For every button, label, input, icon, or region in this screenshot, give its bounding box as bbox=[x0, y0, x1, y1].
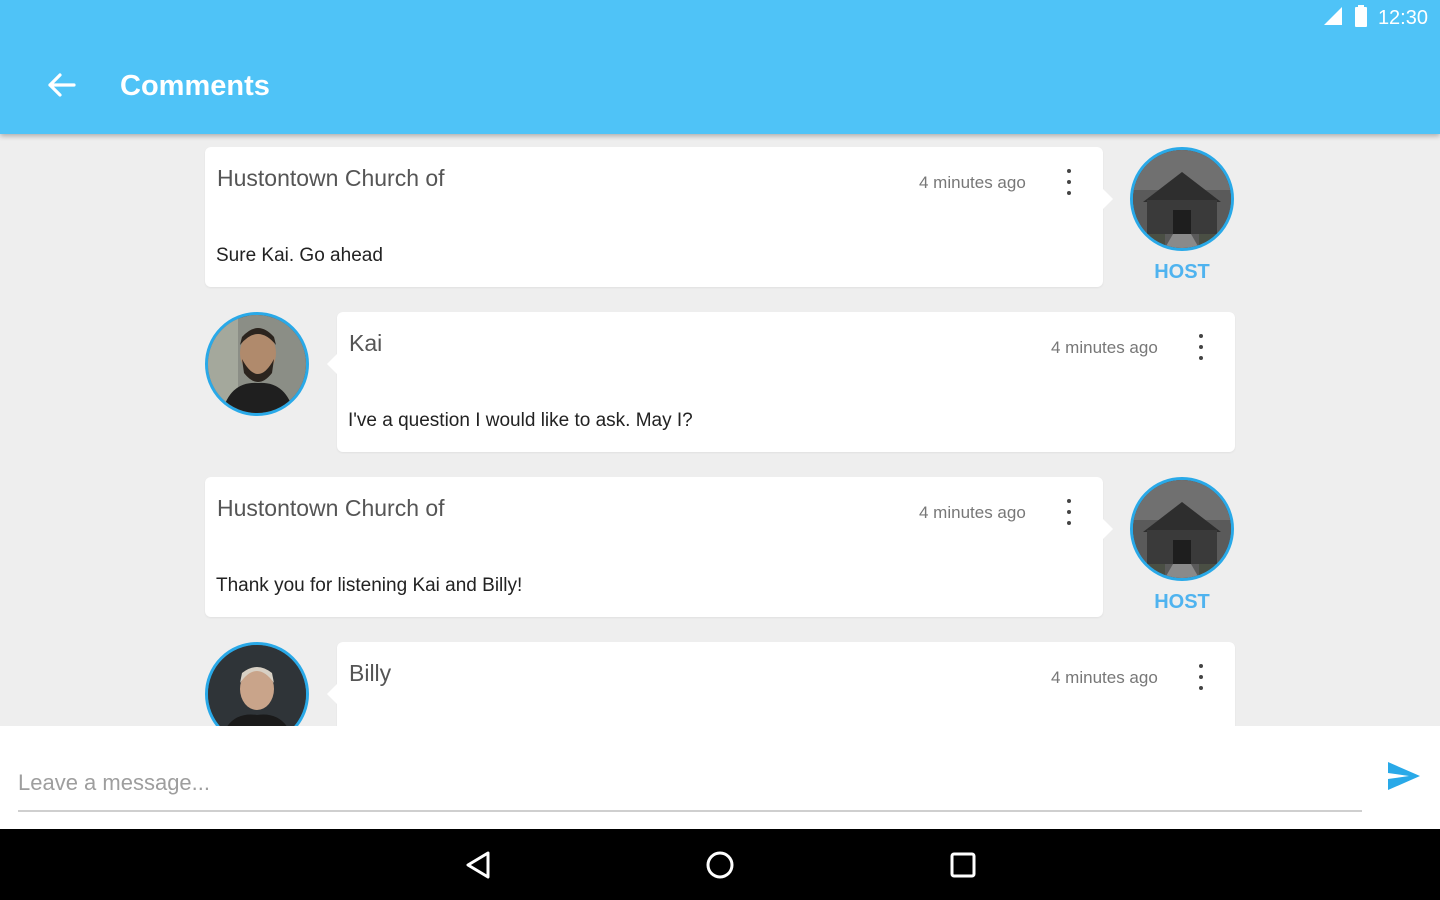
system-nav-bar bbox=[0, 829, 1440, 900]
more-vert-icon bbox=[1199, 334, 1203, 338]
user-avatar-kai[interactable] bbox=[205, 312, 309, 416]
comment-card-host: Hustontown Church of 4 minutes ago Thank… bbox=[205, 477, 1113, 617]
more-vert-icon bbox=[1199, 664, 1203, 668]
triangle-back-icon bbox=[466, 851, 490, 879]
more-vert-icon bbox=[1067, 169, 1071, 173]
host-badge: HOST bbox=[1154, 261, 1210, 283]
comment-text: Thank you for listening Kai and Billy! bbox=[216, 575, 523, 596]
comment-time: 4 minutes ago bbox=[1051, 668, 1158, 687]
billy-photo bbox=[208, 645, 306, 726]
nav-recents-button[interactable] bbox=[941, 845, 985, 885]
comment-text: I've a question I would like to ask. May… bbox=[348, 410, 693, 431]
message-input[interactable] bbox=[18, 756, 1362, 812]
host-avatar[interactable] bbox=[1130, 477, 1234, 581]
square-recents-icon bbox=[950, 852, 976, 878]
nav-home-button[interactable] bbox=[698, 845, 742, 885]
church-photo bbox=[1133, 150, 1231, 248]
host-badge: HOST bbox=[1154, 591, 1210, 613]
comment-author: Kai bbox=[349, 330, 383, 356]
comment-time: 4 minutes ago bbox=[919, 173, 1026, 192]
battery-icon bbox=[1354, 4, 1368, 32]
signal-icon bbox=[1322, 5, 1344, 32]
kai-photo bbox=[208, 315, 306, 413]
church-photo bbox=[1133, 480, 1231, 578]
more-options-button[interactable] bbox=[1057, 167, 1081, 197]
send-icon bbox=[1388, 762, 1420, 790]
host-avatar[interactable] bbox=[1130, 147, 1234, 251]
arrow-back-icon bbox=[48, 73, 76, 97]
back-button[interactable] bbox=[38, 62, 84, 108]
comment-author: Hustontown Church of bbox=[217, 165, 445, 191]
comment-time: 4 minutes ago bbox=[919, 503, 1026, 522]
comments-list[interactable]: Hustontown Church of 4 minutes ago Sure … bbox=[0, 134, 1440, 726]
nav-back-button[interactable] bbox=[456, 845, 500, 885]
comment-card-kai: Kai 4 minutes ago I've a question I woul… bbox=[327, 312, 1235, 452]
comment-card-host: Hustontown Church of 4 minutes ago Sure … bbox=[205, 147, 1113, 287]
page-title: Comments bbox=[120, 70, 270, 102]
comment-author: Billy bbox=[349, 660, 392, 686]
user-avatar-billy[interactable] bbox=[205, 642, 309, 726]
send-button[interactable] bbox=[1380, 756, 1428, 796]
more-options-button[interactable] bbox=[1057, 497, 1081, 527]
more-vert-icon bbox=[1067, 499, 1071, 503]
status-bar: 12:30 bbox=[1322, 4, 1428, 32]
app-bar: 12:30 Comments bbox=[0, 0, 1440, 134]
circle-home-icon bbox=[706, 851, 734, 879]
comment-text: Sure Kai. Go ahead bbox=[216, 245, 383, 266]
comment-author: Hustontown Church of bbox=[217, 495, 445, 521]
more-options-button[interactable] bbox=[1189, 332, 1213, 362]
more-options-button[interactable] bbox=[1189, 662, 1213, 692]
comment-time: 4 minutes ago bbox=[1051, 338, 1158, 357]
comment-card-billy: Billy 4 minutes ago bbox=[327, 642, 1235, 726]
status-time: 12:30 bbox=[1377, 6, 1428, 29]
message-composer bbox=[0, 726, 1440, 829]
